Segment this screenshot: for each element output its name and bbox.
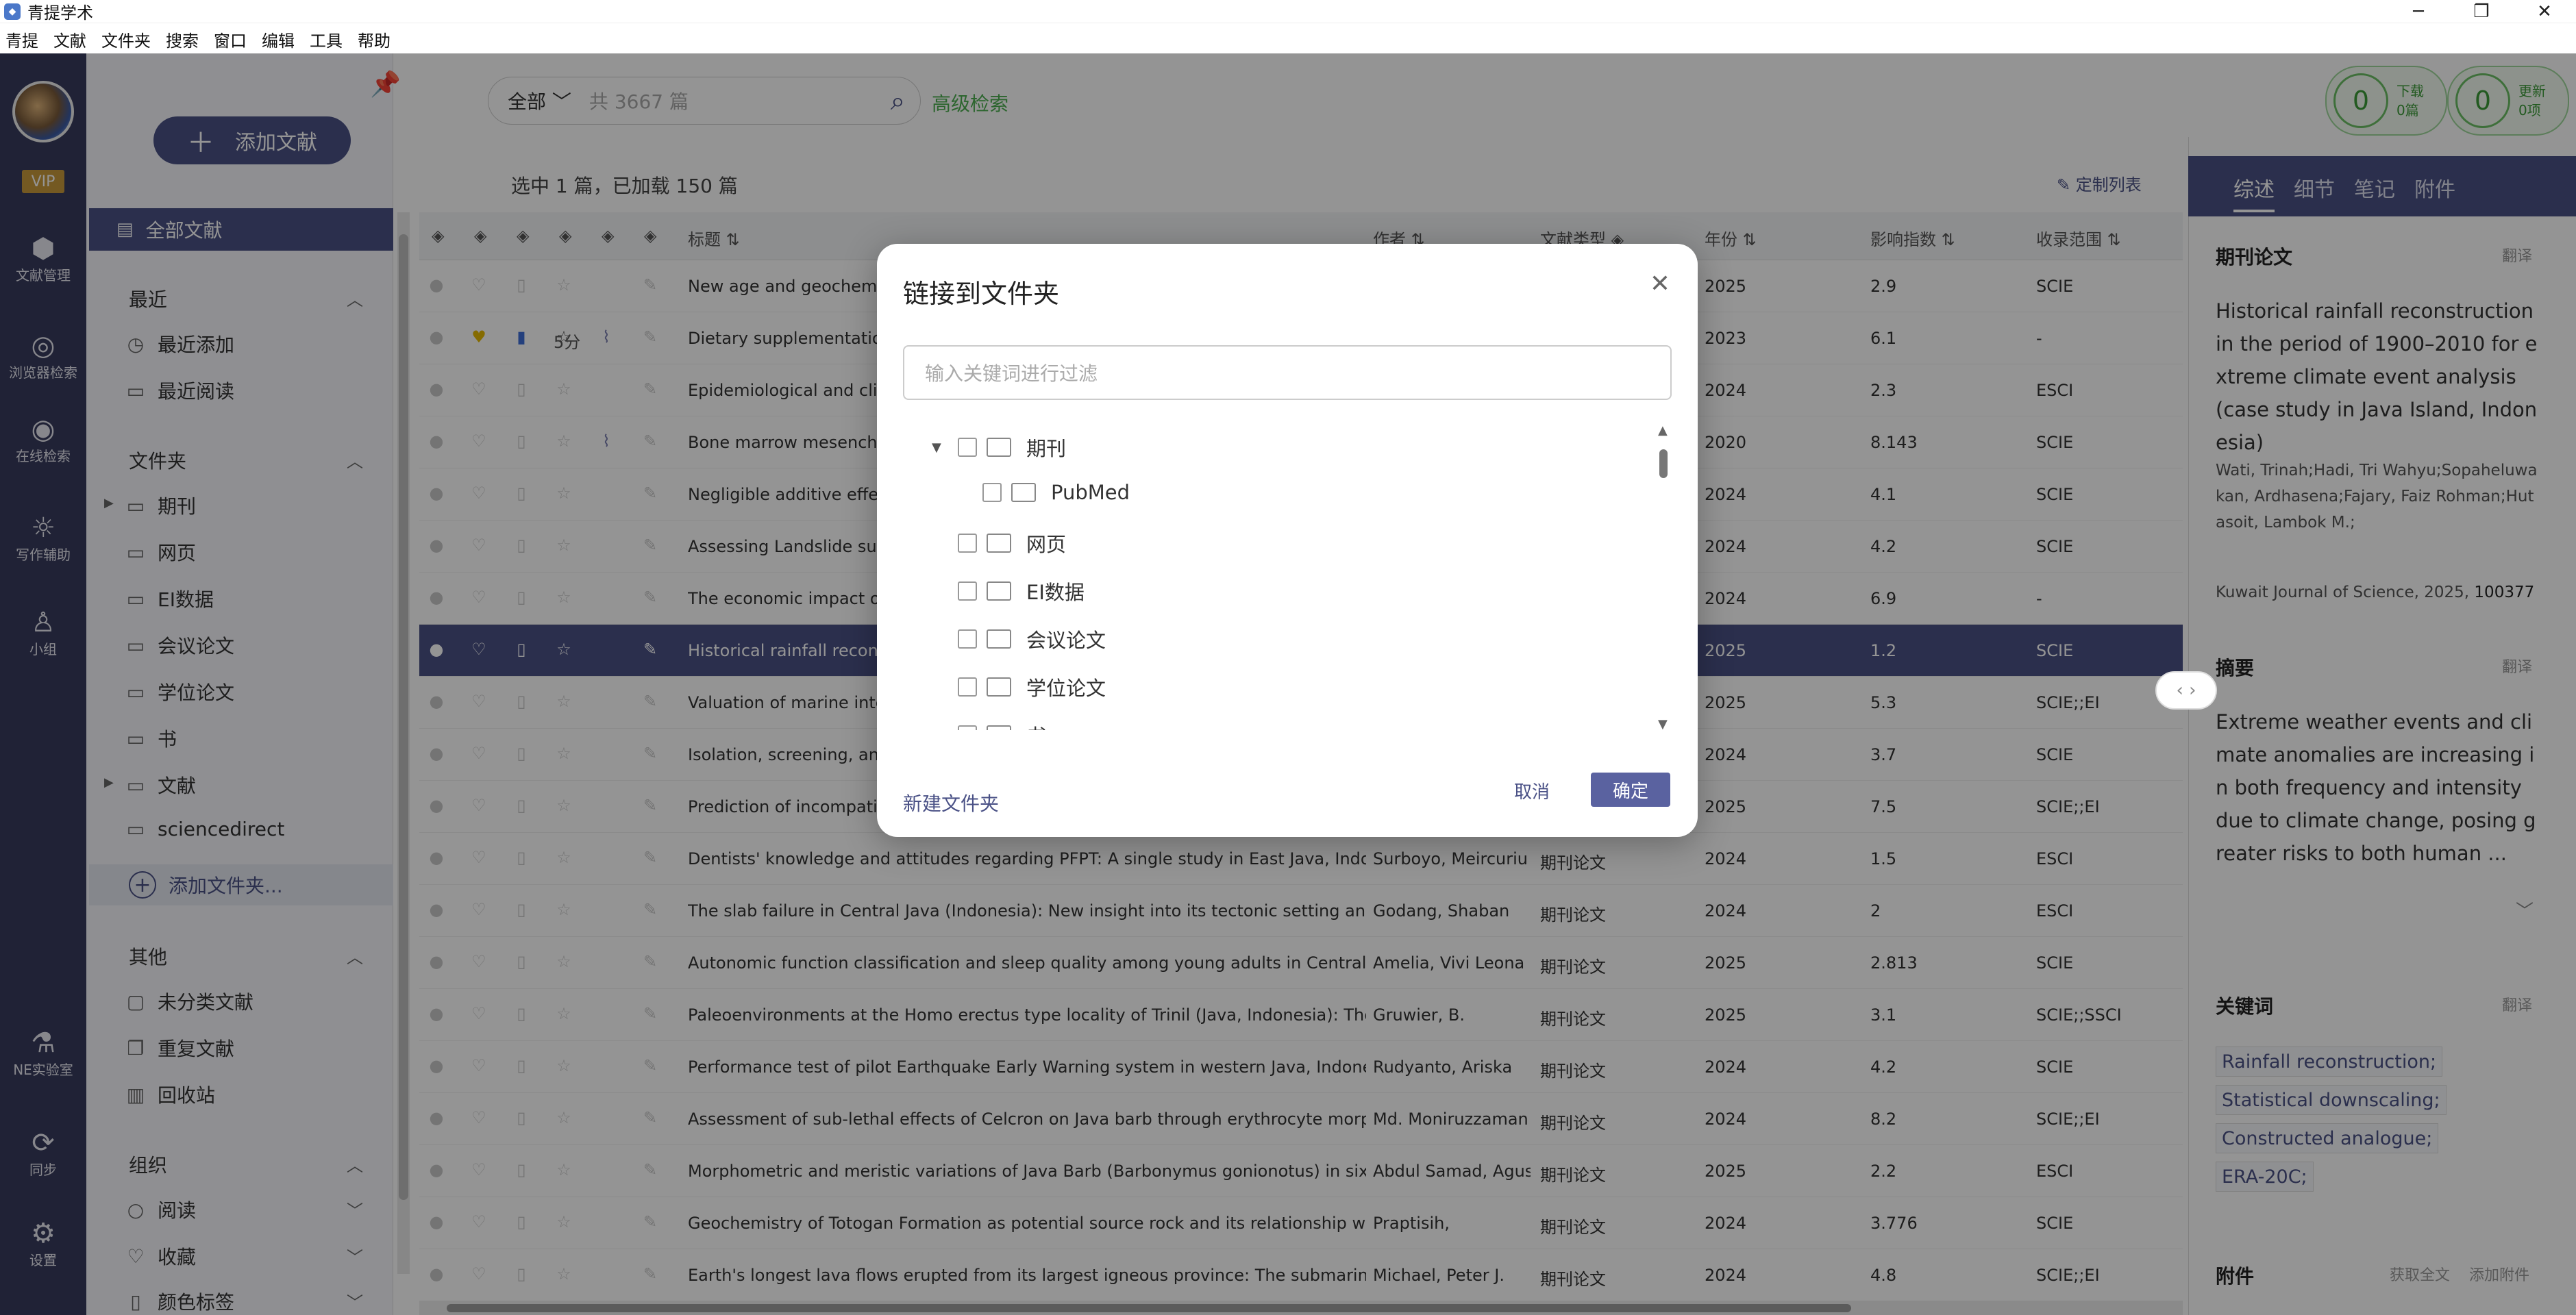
checkbox[interactable] bbox=[958, 438, 977, 457]
tree-scrollbar[interactable]: ▲ ▼ bbox=[1655, 423, 1672, 731]
checkbox[interactable] bbox=[958, 534, 977, 553]
scroll-up-icon[interactable]: ▲ bbox=[1658, 423, 1668, 438]
folder-tree-node[interactable]: ▼ 期刊 bbox=[932, 433, 1066, 462]
folder-tree-node[interactable]: 网页 bbox=[958, 529, 1066, 558]
menu-item[interactable]: 文献 bbox=[53, 27, 86, 51]
checkbox[interactable] bbox=[958, 629, 977, 649]
app-window: ◆ 青提学术 ─ ❐ ✕ 青提 文献 文件夹 搜索 窗口 编辑 工具 帮助 VI… bbox=[0, 0, 2576, 1315]
link-to-folder-dialog: 链接到文件夹 ✕ 输入关键词进行过滤 ▼ 期刊 PubMed 网页 EI数据会议论文学位… bbox=[877, 244, 1698, 837]
checkbox[interactable] bbox=[958, 677, 977, 697]
panel-collapse-toggle[interactable]: ‹ › bbox=[2155, 671, 2217, 710]
confirm-button[interactable]: 确定 bbox=[1591, 773, 1670, 807]
folder-icon bbox=[987, 629, 1011, 649]
menu-item[interactable]: 搜索 bbox=[166, 27, 199, 51]
menu-item[interactable]: 青提 bbox=[5, 27, 38, 51]
filter-input[interactable]: 输入关键词进行过滤 bbox=[903, 345, 1672, 400]
folder-icon bbox=[987, 677, 1011, 697]
folder-tree-node[interactable]: PubMed bbox=[982, 481, 1130, 504]
menu-item[interactable]: 窗口 bbox=[214, 27, 247, 51]
menu-item[interactable]: 工具 bbox=[310, 27, 343, 51]
close-icon[interactable]: ✕ bbox=[2513, 0, 2576, 23]
folder-tree-node[interactable]: 会议论文 bbox=[958, 625, 1106, 653]
folder-icon bbox=[987, 438, 1011, 457]
folder-tree-node[interactable]: EI数据 bbox=[958, 577, 1085, 605]
app-logo-icon: ◆ bbox=[4, 3, 21, 20]
menu-item[interactable]: 帮助 bbox=[358, 27, 391, 51]
new-folder-button[interactable]: 新建文件夹 bbox=[903, 789, 999, 816]
dialog-title: 链接到文件夹 bbox=[903, 279, 1060, 309]
close-icon[interactable]: ✕ bbox=[1650, 270, 1670, 298]
folder-tree: ▼期刊 PubMed 网页 EI数据会议论文学位论文书 bbox=[903, 429, 1643, 730]
cancel-button[interactable]: 取消 bbox=[1514, 778, 1550, 803]
title-bar: ◆ 青提学术 ─ ❐ ✕ bbox=[0, 0, 2576, 23]
checkbox[interactable] bbox=[958, 581, 977, 601]
folder-icon bbox=[987, 581, 1011, 601]
expand-arrow-icon[interactable]: ▼ bbox=[932, 440, 941, 455]
folder-icon bbox=[1011, 483, 1036, 502]
window-title: 青提学术 bbox=[27, 3, 93, 23]
menu-bar: 青提 文献 文件夹 搜索 窗口 编辑 工具 帮助 bbox=[0, 25, 2576, 53]
folder-icon bbox=[987, 725, 1011, 730]
menu-item[interactable]: 文件夹 bbox=[101, 27, 151, 51]
checkbox[interactable] bbox=[958, 725, 977, 730]
maximize-icon[interactable]: ❐ bbox=[2450, 0, 2513, 23]
menu-item[interactable]: 编辑 bbox=[262, 27, 295, 51]
folder-icon bbox=[987, 534, 1011, 553]
scroll-down-icon[interactable]: ▼ bbox=[1658, 717, 1668, 731]
folder-tree-node[interactable]: 书 bbox=[958, 721, 1046, 730]
folder-tree-node[interactable]: 学位论文 bbox=[958, 673, 1106, 701]
checkbox[interactable] bbox=[982, 483, 1002, 502]
minimize-icon[interactable]: ─ bbox=[2387, 0, 2450, 23]
